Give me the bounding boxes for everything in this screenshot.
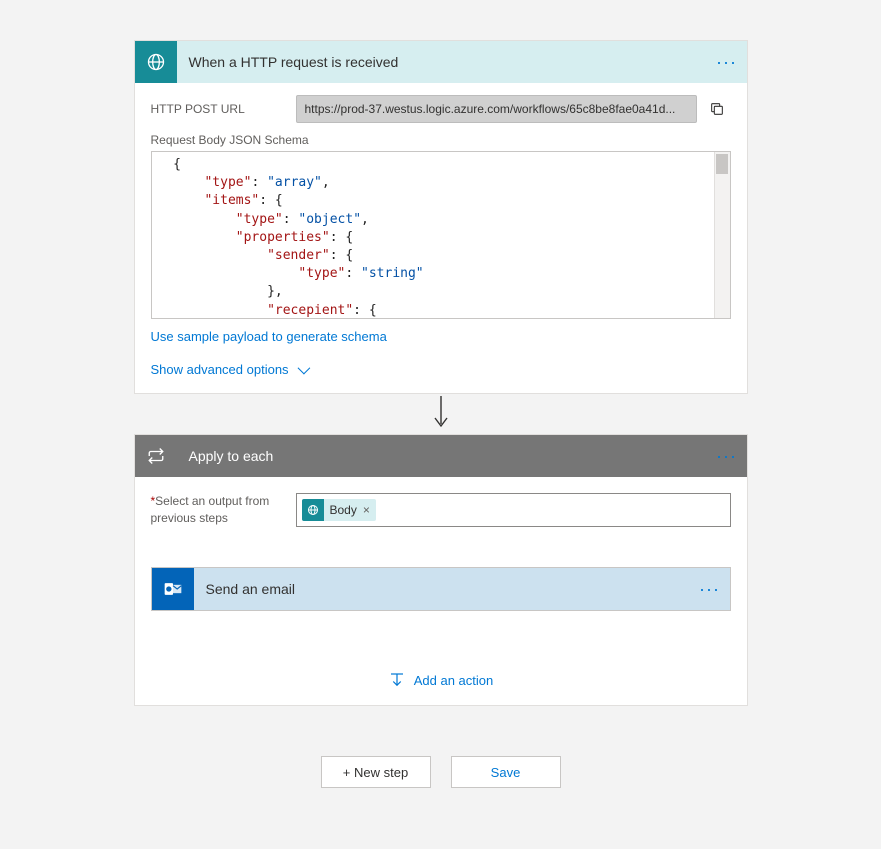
send-email-title: Send an email (194, 581, 690, 597)
show-advanced-link[interactable]: Show advanced options (151, 362, 289, 377)
send-email-card: Send an email ··· (151, 567, 731, 611)
http-globe-icon (135, 41, 177, 83)
chevron-down-icon (298, 362, 311, 375)
add-action-icon (388, 671, 406, 689)
loop-icon (135, 435, 177, 477)
send-email-header[interactable]: Send an email ··· (152, 568, 730, 610)
http-card-header[interactable]: When a HTTP request is received ··· (135, 41, 747, 83)
add-action-label: Add an action (414, 673, 494, 688)
scrollbar-track[interactable] (714, 152, 730, 318)
sample-payload-link[interactable]: Use sample payload to generate schema (151, 329, 387, 344)
body-token[interactable]: Body × (302, 499, 376, 521)
send-email-menu-button[interactable]: ··· (690, 579, 730, 600)
token-label: Body (330, 503, 357, 517)
apply-card-header[interactable]: Apply to each ··· (135, 435, 747, 477)
http-token-icon (302, 499, 324, 521)
connector-arrow (134, 394, 748, 434)
select-output-input[interactable]: Body × (296, 493, 731, 527)
copy-url-button[interactable] (703, 95, 731, 123)
http-trigger-card: When a HTTP request is received ··· HTTP… (134, 40, 748, 394)
scrollbar-thumb[interactable] (716, 154, 728, 174)
outlook-icon (152, 568, 194, 610)
apply-card-title: Apply to each (177, 448, 707, 464)
http-post-url-value[interactable]: https://prod-37.westus.logic.azure.com/w… (296, 95, 697, 123)
http-card-title: When a HTTP request is received (177, 54, 707, 70)
http-card-body: HTTP POST URL https://prod-37.westus.log… (135, 83, 747, 393)
apply-card-body: *Select an output from previous steps Bo… (135, 477, 747, 705)
flow-designer-canvas: When a HTTP request is received ··· HTTP… (0, 0, 881, 849)
http-card-menu-button[interactable]: ··· (707, 52, 747, 73)
apply-card-menu-button[interactable]: ··· (707, 446, 747, 467)
save-button[interactable]: Save (451, 756, 561, 788)
schema-textarea[interactable]: { "type": "array", "items": { "type": "o… (151, 151, 731, 319)
schema-label: Request Body JSON Schema (151, 133, 731, 147)
http-post-url-label: HTTP POST URL (151, 102, 296, 116)
add-action-button[interactable]: Add an action (151, 671, 731, 689)
new-step-button[interactable]: + New step (321, 756, 431, 788)
apply-to-each-card: Apply to each ··· *Select an output from… (134, 434, 748, 706)
token-remove-button[interactable]: × (363, 503, 370, 517)
copy-icon (709, 101, 725, 117)
select-output-label: *Select an output from previous steps (151, 493, 296, 527)
arrow-down-icon (431, 396, 451, 432)
footer-buttons: + New step Save (134, 756, 748, 788)
